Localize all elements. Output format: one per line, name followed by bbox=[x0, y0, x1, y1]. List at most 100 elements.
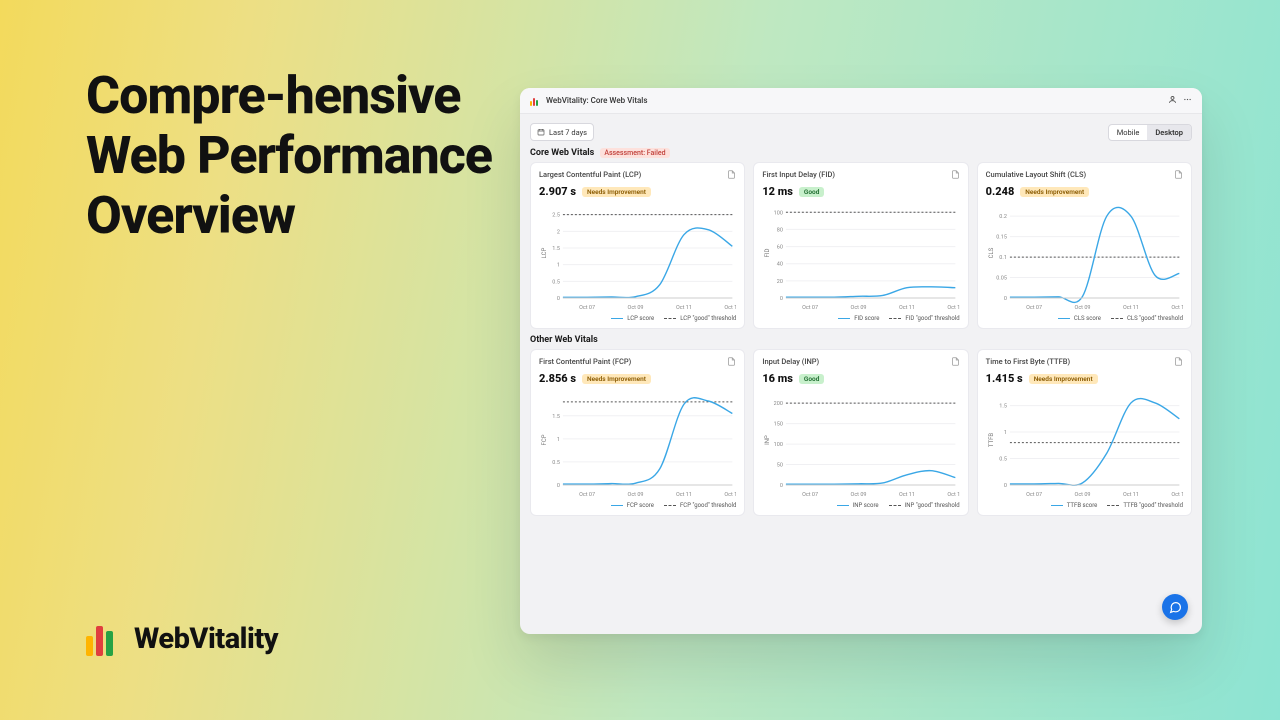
device-toggle: Mobile Desktop bbox=[1108, 124, 1192, 141]
svg-text:Oct 13: Oct 13 bbox=[948, 492, 960, 498]
svg-text:Oct 11: Oct 11 bbox=[1123, 305, 1139, 311]
svg-text:Oct 07: Oct 07 bbox=[1026, 305, 1042, 311]
svg-text:80: 80 bbox=[777, 227, 783, 233]
svg-text:0: 0 bbox=[1003, 296, 1006, 302]
metric-card-lcp: Largest Contentful Paint (LCP) 2.907 s N… bbox=[530, 162, 745, 329]
brand-bars-icon bbox=[530, 96, 540, 106]
brand-bars-icon bbox=[86, 622, 120, 656]
svg-text:0.1: 0.1 bbox=[999, 255, 1007, 261]
chat-icon bbox=[1169, 601, 1182, 614]
svg-text:0.5: 0.5 bbox=[999, 457, 1007, 463]
svg-text:2.5: 2.5 bbox=[552, 213, 560, 219]
svg-text:40: 40 bbox=[777, 262, 783, 268]
chart-ttfb: 00.511.5 TTFB Oct 07Oct 09Oct 11Oct 13 bbox=[986, 391, 1183, 499]
metric-card-fid: First Input Delay (FID) 12 ms Good 0 20 40… bbox=[753, 162, 968, 329]
svg-text:20: 20 bbox=[777, 279, 783, 285]
doc-icon[interactable] bbox=[1174, 357, 1183, 368]
svg-text:Oct 07: Oct 07 bbox=[579, 305, 595, 311]
metric-title: Time to First Byte (TTFB) bbox=[986, 357, 1070, 366]
svg-text:Oct 07: Oct 07 bbox=[579, 492, 595, 498]
status-badge: Needs Improvement bbox=[1029, 374, 1098, 384]
hero-headline: Compre-hensive Web Performance Overview bbox=[86, 66, 496, 245]
app-topbar: WebVitality: Core Web Vitals bbox=[520, 88, 1202, 114]
chart-cls: 00.050.10.150.2 CLS Oct 07Oct 09Oct 11Oc… bbox=[986, 204, 1183, 312]
metric-title: Cumulative Layout Shift (CLS) bbox=[986, 170, 1086, 179]
more-icon[interactable] bbox=[1183, 95, 1192, 107]
chart-legend: INP score INP "good" threshold bbox=[762, 502, 959, 509]
svg-text:1: 1 bbox=[1003, 430, 1006, 436]
svg-text:0.2: 0.2 bbox=[999, 214, 1007, 220]
toolbar: Last 7 days Mobile Desktop bbox=[520, 114, 1202, 144]
svg-text:0.15: 0.15 bbox=[996, 235, 1007, 241]
svg-text:0: 0 bbox=[1003, 483, 1006, 489]
svg-text:Oct 07: Oct 07 bbox=[802, 492, 818, 498]
metric-card-fcp: First Contentful Paint (FCP) 2.856 s Nee… bbox=[530, 349, 745, 516]
svg-text:1.5: 1.5 bbox=[552, 246, 560, 252]
status-badge: Needs Improvement bbox=[582, 374, 651, 384]
section-other-title: Other Web Vitals bbox=[530, 335, 598, 345]
svg-text:150: 150 bbox=[774, 422, 783, 428]
svg-text:Oct 09: Oct 09 bbox=[628, 492, 644, 498]
svg-text:Oct 13: Oct 13 bbox=[1171, 305, 1183, 311]
svg-text:200: 200 bbox=[774, 401, 783, 407]
metric-value: 2.907 s bbox=[539, 185, 576, 198]
svg-text:0.5: 0.5 bbox=[552, 460, 560, 466]
date-range-picker[interactable]: Last 7 days bbox=[530, 123, 594, 141]
section-other: Other Web Vitals First Contentful Paint … bbox=[520, 331, 1202, 516]
chart-lcp: 00.511.522.5 LCP Oct 07Oct 09Oct 11Oct 1… bbox=[539, 204, 736, 312]
metric-value: 12 ms bbox=[762, 185, 793, 198]
svg-text:Oct 13: Oct 13 bbox=[724, 492, 736, 498]
doc-icon[interactable] bbox=[1174, 170, 1183, 181]
svg-text:1: 1 bbox=[557, 437, 560, 443]
svg-text:Oct 13: Oct 13 bbox=[724, 305, 736, 311]
assessment-badge: Assessment: Failed bbox=[600, 148, 669, 158]
svg-text:INP: INP bbox=[764, 435, 771, 445]
svg-text:Oct 09: Oct 09 bbox=[1074, 305, 1090, 311]
doc-icon[interactable] bbox=[951, 357, 960, 368]
metric-value: 1.415 s bbox=[986, 372, 1023, 385]
svg-text:0: 0 bbox=[780, 483, 783, 489]
chart-legend: FID score FID "good" threshold bbox=[762, 315, 959, 322]
metric-title: First Input Delay (FID) bbox=[762, 170, 835, 179]
svg-text:Oct 13: Oct 13 bbox=[948, 305, 960, 311]
metric-card-inp: Input Delay (INP) 16 ms Good 05010015020… bbox=[753, 349, 968, 516]
svg-text:FCP: FCP bbox=[541, 434, 548, 445]
svg-text:1: 1 bbox=[557, 263, 560, 269]
svg-text:Oct 13: Oct 13 bbox=[1171, 492, 1183, 498]
metric-value: 0.248 bbox=[986, 185, 1015, 198]
svg-text:Oct 07: Oct 07 bbox=[1026, 492, 1042, 498]
brand-name: WebVitality bbox=[134, 622, 278, 656]
svg-text:0.5: 0.5 bbox=[552, 279, 560, 285]
device-toggle-mobile[interactable]: Mobile bbox=[1109, 125, 1148, 140]
svg-text:0: 0 bbox=[557, 296, 560, 302]
svg-text:0.05: 0.05 bbox=[996, 276, 1007, 282]
svg-text:Oct 09: Oct 09 bbox=[1074, 492, 1090, 498]
svg-text:Oct 11: Oct 11 bbox=[676, 305, 692, 311]
svg-text:0: 0 bbox=[780, 296, 783, 302]
device-toggle-desktop[interactable]: Desktop bbox=[1147, 125, 1191, 140]
brand-lockup: WebVitality bbox=[86, 622, 278, 656]
chart-fcp: 00.511.5 FCP Oct 07Oct 09Oct 11Oct 13 bbox=[539, 391, 736, 499]
metric-title: First Contentful Paint (FCP) bbox=[539, 357, 631, 366]
svg-text:1.5: 1.5 bbox=[999, 404, 1007, 410]
svg-text:100: 100 bbox=[774, 442, 783, 448]
svg-text:60: 60 bbox=[777, 245, 783, 251]
doc-icon[interactable] bbox=[727, 170, 736, 181]
svg-text:Oct 11: Oct 11 bbox=[676, 492, 692, 498]
chart-fid: 020406080100 FID Oct 07Oct 09Oct 11Oct 1… bbox=[762, 204, 959, 312]
chart-legend: LCP score LCP "good" threshold bbox=[539, 315, 736, 322]
doc-icon[interactable] bbox=[727, 357, 736, 368]
user-icon[interactable] bbox=[1168, 95, 1177, 107]
svg-text:50: 50 bbox=[777, 463, 783, 469]
page-title: WebVitality: Core Web Vitals bbox=[546, 96, 647, 105]
metric-card-cls: Cumulative Layout Shift (CLS) 0.248 Need… bbox=[977, 162, 1192, 329]
svg-text:FID: FID bbox=[764, 248, 771, 257]
status-badge: Good bbox=[799, 187, 824, 197]
app-window: WebVitality: Core Web Vitals Last 7 days… bbox=[520, 88, 1202, 634]
status-badge: Needs Improvement bbox=[1020, 187, 1089, 197]
help-fab[interactable] bbox=[1162, 594, 1188, 620]
section-core: Core Web Vitals Assessment: Failed Large… bbox=[520, 144, 1202, 329]
svg-text:Oct 11: Oct 11 bbox=[899, 492, 915, 498]
svg-text:Oct 09: Oct 09 bbox=[851, 305, 867, 311]
doc-icon[interactable] bbox=[951, 170, 960, 181]
